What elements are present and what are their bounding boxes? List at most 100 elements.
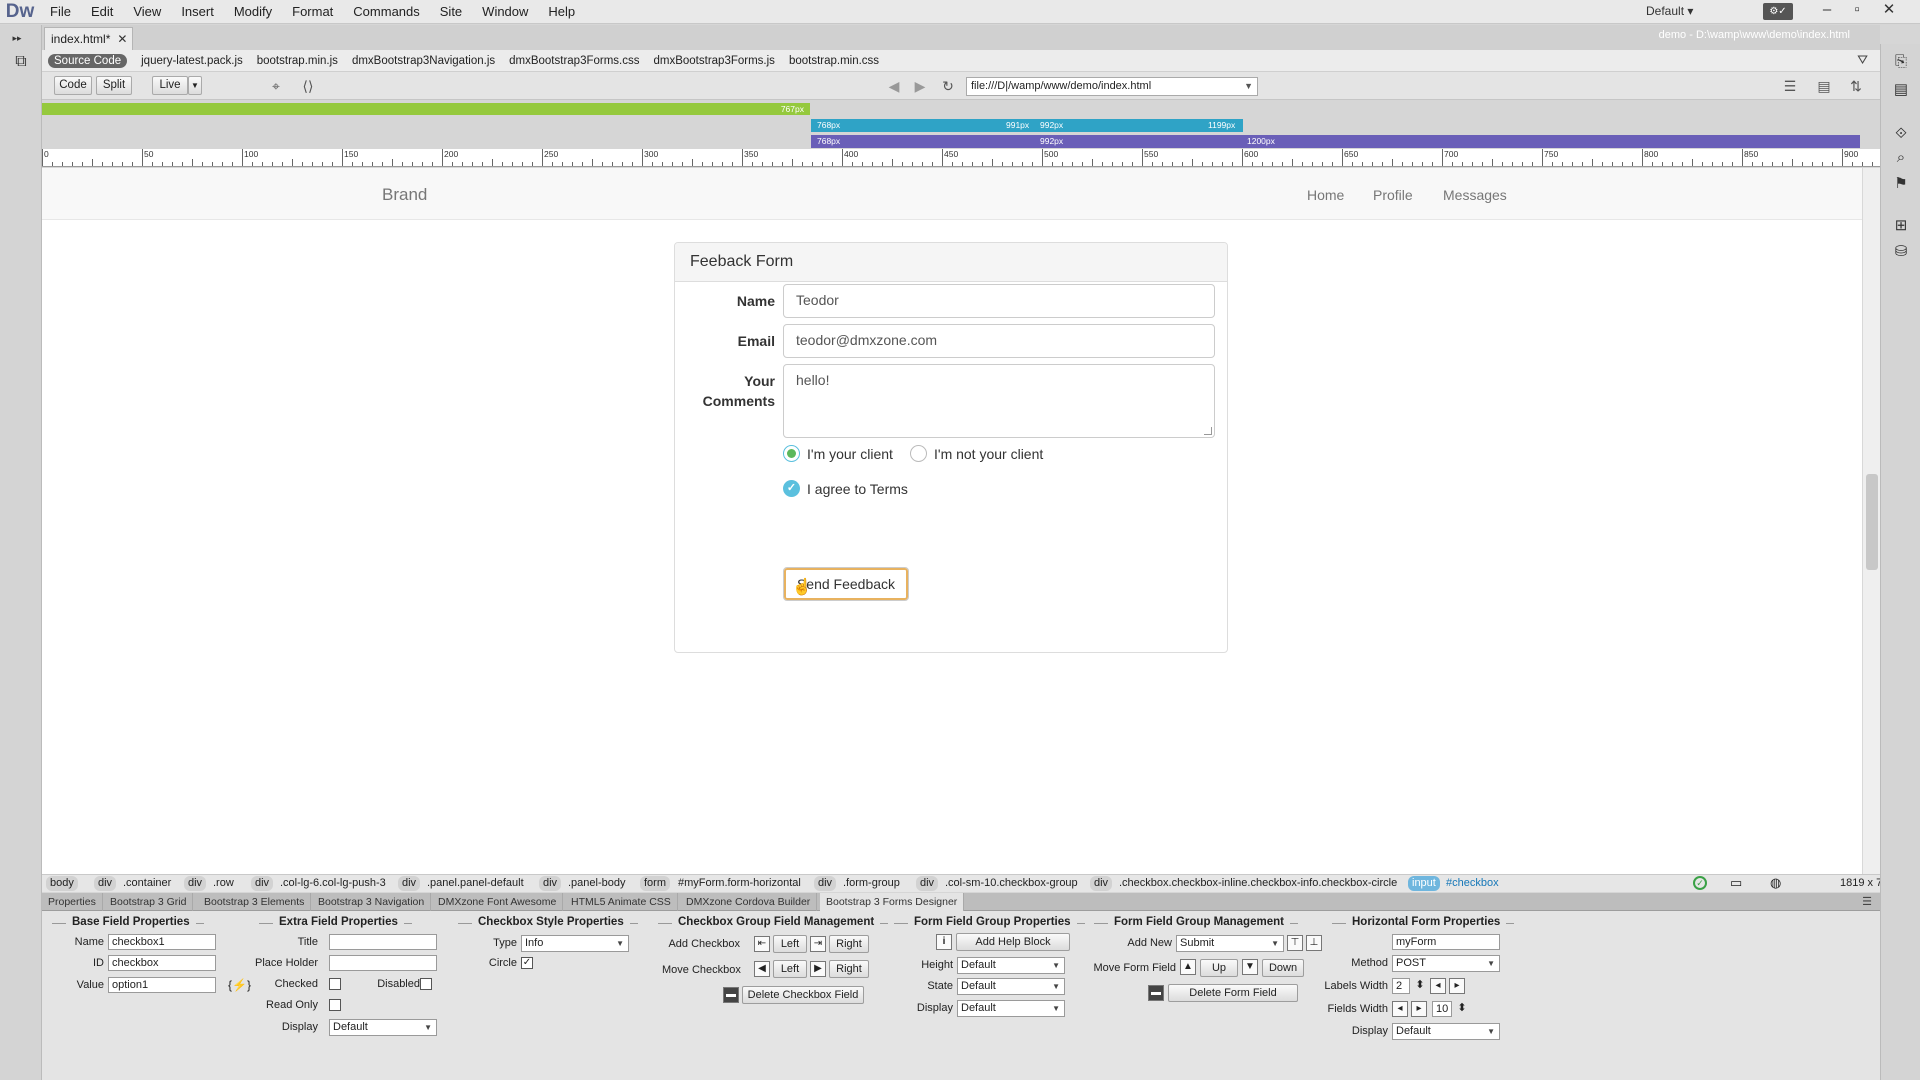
tab-properties[interactable]: Properties	[42, 893, 103, 911]
back-arrow-icon[interactable]: ◀	[884, 76, 904, 96]
split-view-button[interactable]: Split	[96, 76, 132, 95]
tab-bootstrap-navigation[interactable]: Bootstrap 3 Navigation	[312, 893, 432, 911]
add-new-select[interactable]: Submit ▼	[1176, 935, 1284, 952]
tag-class[interactable]: .col-lg-6.col-lg-push-3	[280, 876, 386, 891]
stepper-icon[interactable]: ⬍	[1412, 978, 1428, 994]
extra-readonly-checkbox[interactable]	[329, 999, 341, 1011]
behaviors-icon[interactable]: ⚑	[1889, 172, 1913, 196]
refresh-icon[interactable]: ↻	[938, 76, 958, 96]
menu-edit[interactable]: Edit	[81, 0, 123, 24]
info-icon[interactable]: i	[936, 934, 952, 950]
display-select[interactable]: Default ▼	[957, 1000, 1065, 1017]
nav-link-home[interactable]: Home	[1307, 187, 1344, 203]
nav-link-messages[interactable]: Messages	[1443, 187, 1507, 203]
tag-div[interactable]: div	[814, 876, 837, 891]
navbar-brand[interactable]: Brand	[382, 185, 427, 205]
tab-forms-designer[interactable]: Bootstrap 3 Forms Designer	[820, 893, 965, 911]
tag-class[interactable]: .panel-body	[568, 876, 626, 891]
tag-div[interactable]: div	[916, 876, 939, 891]
delete-field-icon[interactable]: ▬	[723, 987, 739, 1003]
decrease-fields-icon[interactable]: ◂	[1392, 1001, 1408, 1017]
nav-link-profile[interactable]: Profile	[1373, 187, 1413, 203]
tag-div[interactable]: div	[184, 876, 207, 891]
collapse-arrows-icon[interactable]: ▸▸	[6, 27, 28, 49]
move-right-button[interactable]: Right	[829, 960, 869, 978]
decrease-labels-icon[interactable]: ◂	[1430, 978, 1446, 994]
method-select[interactable]: POST ▼	[1392, 955, 1500, 972]
maximize-button[interactable]: ▫	[1842, 0, 1872, 22]
tag-class[interactable]: .form-group	[843, 876, 900, 891]
page-options-icon[interactable]: ▤	[1814, 76, 1834, 96]
close-icon[interactable]: ✕	[117, 28, 127, 50]
tag-class[interactable]: .panel.panel-default	[427, 876, 524, 891]
add-left-button[interactable]: Left	[773, 935, 807, 953]
extra-disabled-checkbox[interactable]	[420, 978, 432, 990]
tag-div[interactable]: div	[539, 876, 562, 891]
file-transfer-icon[interactable]: ⇅	[1846, 76, 1866, 96]
tag-class[interactable]: .col-sm-10.checkbox-group	[945, 876, 1078, 891]
extra-placeholder-input[interactable]	[329, 955, 437, 971]
tab-index-html[interactable]: index.html* ✕	[44, 27, 134, 50]
form-id-input[interactable]: myForm	[1392, 934, 1500, 950]
live-dropdown-button[interactable]: ▼	[188, 76, 202, 95]
minimize-button[interactable]: –	[1812, 0, 1842, 22]
radio-client[interactable]	[783, 445, 800, 462]
related-file-bootstrap-css[interactable]: bootstrap.min.css	[789, 55, 879, 67]
name-field[interactable]: Teodor	[783, 284, 1215, 318]
menu-window[interactable]: Window	[472, 0, 538, 24]
window-size-readout[interactable]: 1819 x 705 ▾	[1840, 876, 1880, 891]
menu-view[interactable]: View	[123, 0, 171, 24]
tag-div[interactable]: div	[251, 876, 274, 891]
panel-menu-icon[interactable]: ☰	[1862, 895, 1872, 908]
state-select[interactable]: Default ▼	[957, 978, 1065, 995]
tab-animate-css[interactable]: HTML5 Animate CSS	[565, 893, 678, 911]
resize-handle-icon[interactable]	[1204, 427, 1212, 435]
filter-icon[interactable]: ⛛	[1857, 52, 1868, 68]
related-file-navigation-js[interactable]: dmxBootstrap3Navigation.js	[352, 55, 495, 67]
tag-class[interactable]: .container	[123, 876, 171, 891]
extra-display-select[interactable]: Default ▼	[329, 1019, 437, 1036]
increase-labels-icon[interactable]: ▸	[1449, 978, 1465, 994]
page-outline-icon[interactable]: ☰	[1780, 76, 1800, 96]
address-bar[interactable]: file:///D|/wamp/www/demo/index.html ▼	[966, 77, 1258, 96]
delete-field-icon[interactable]: ▬	[1148, 985, 1164, 1001]
height-select[interactable]: Default ▼	[957, 957, 1065, 974]
menu-commands[interactable]: Commands	[343, 0, 429, 24]
insert-right-icon[interactable]: ⇥	[810, 936, 826, 952]
tab-cordova-builder[interactable]: DMXzone Cordova Builder	[680, 893, 818, 911]
move-up-button[interactable]: Up	[1200, 959, 1238, 977]
tag-div[interactable]: div	[94, 876, 117, 891]
extra-checked-checkbox[interactable]	[329, 978, 341, 990]
live-preview-icon[interactable]: ◍	[1770, 875, 1781, 891]
related-file-bootstrap-js[interactable]: bootstrap.min.js	[257, 55, 338, 67]
related-file-source-code[interactable]: Source Code	[48, 53, 128, 68]
tag-class[interactable]: #myForm.form-horizontal	[678, 876, 801, 891]
tag-div[interactable]: div	[398, 876, 421, 891]
media-query-bar-min-768[interactable]: 768px 992px 1200px	[811, 135, 1860, 148]
live-view-button[interactable]: Live	[152, 76, 188, 95]
media-query-bar-max-767[interactable]: 767px	[42, 103, 810, 115]
extra-title-input[interactable]	[329, 934, 437, 950]
tag-class[interactable]: .row	[213, 876, 234, 891]
move-right-icon[interactable]: ▶	[810, 961, 826, 977]
comments-textarea[interactable]: hello!	[783, 364, 1215, 438]
css-designer-icon[interactable]: ⟐	[1889, 122, 1913, 146]
delete-form-field-button[interactable]: Delete Form Field	[1168, 984, 1298, 1002]
desktop-size-icon[interactable]: ▭	[1730, 875, 1742, 891]
form-display-select[interactable]: Default ▼	[1392, 1023, 1500, 1040]
base-id-input[interactable]: checkbox	[108, 955, 216, 971]
move-left-icon[interactable]: ◀	[754, 961, 770, 977]
tag-class[interactable]: .checkbox.checkbox-inline.checkbox-info.…	[1119, 876, 1397, 891]
tab-font-awesome[interactable]: DMXzone Font Awesome	[432, 893, 564, 911]
menu-site[interactable]: Site	[430, 0, 472, 24]
files-panel-icon[interactable]: ⎘	[1889, 50, 1913, 74]
menu-insert[interactable]: Insert	[171, 0, 224, 24]
tag-body[interactable]: body	[46, 876, 78, 891]
design-scrollbar[interactable]	[1862, 168, 1880, 874]
dom-panel-icon[interactable]: ⊞	[1889, 214, 1913, 238]
menu-modify[interactable]: Modify	[224, 0, 282, 24]
tab-bootstrap-grid[interactable]: Bootstrap 3 Grid	[104, 893, 194, 911]
move-left-button[interactable]: Left	[773, 960, 807, 978]
close-window-button[interactable]: ✕	[1874, 0, 1904, 22]
menu-file[interactable]: File	[40, 0, 81, 24]
